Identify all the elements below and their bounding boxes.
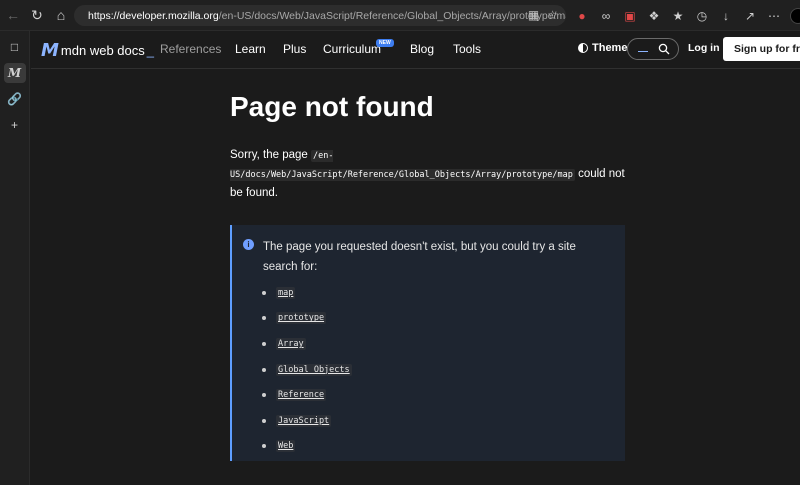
suggestion-link[interactable]: Global_Objects — [276, 363, 352, 376]
logo-underscore: _ — [146, 43, 154, 58]
nav-plus[interactable]: Plus — [283, 42, 306, 56]
browser-toolbar: ← ↻ ⌂ https://developer.mozilla.org/en-U… — [0, 0, 800, 31]
theme-icon — [578, 43, 588, 53]
bullet-icon — [262, 367, 266, 372]
favorites-icon[interactable]: ★ — [670, 8, 686, 24]
back-icon[interactable]: ← — [2, 4, 24, 26]
login-link[interactable]: Log in — [688, 42, 720, 54]
message-prefix: Sorry, the page — [230, 149, 308, 161]
theme-button[interactable]: Theme — [578, 42, 627, 54]
suggestion-link[interactable]: Web — [276, 440, 296, 453]
suggestion-link[interactable]: map — [276, 286, 296, 299]
suggestion-link[interactable]: prototype — [276, 312, 327, 325]
bullet-icon — [262, 341, 266, 346]
profile-avatar[interactable] — [790, 7, 800, 24]
info-icon: i — [243, 239, 254, 250]
search-suggestions-callout: i The page you requested doesn't exist, … — [230, 225, 625, 461]
page-viewport: M mdn web docs _ References Learn Plus C… — [31, 31, 800, 485]
main-content: Page not found Sorry, the page /en-US/do… — [230, 91, 630, 202]
suggestion-item: JavaScript — [262, 408, 352, 434]
suggestion-item: Global_Objects — [262, 357, 352, 383]
extensions-puzzle-icon[interactable]: ❖ — [646, 8, 662, 24]
share-icon[interactable]: ↗ — [742, 8, 758, 24]
bullet-icon — [262, 290, 266, 295]
mdn-logo[interactable]: M mdn web docs _ — [41, 40, 154, 61]
extension-glasses-icon[interactable]: ∞ — [598, 8, 614, 24]
nav-references[interactable]: References — [160, 42, 221, 56]
nav-blog[interactable]: Blog — [410, 42, 434, 56]
mdn-header: M mdn web docs _ References Learn Plus C… — [31, 31, 800, 69]
history-icon[interactable]: ◷ — [694, 8, 710, 24]
nav-tools[interactable]: Tools — [453, 42, 481, 56]
search-button[interactable] — [627, 38, 679, 60]
bullet-icon — [262, 444, 266, 449]
suggestion-item: Array — [262, 331, 352, 357]
mdn-logo-icon: M — [41, 40, 59, 61]
bullet-icon — [262, 418, 266, 423]
tab-link-icon[interactable]: 🔗 — [4, 89, 26, 109]
nav-learn[interactable]: Learn — [235, 42, 266, 56]
extension-red-icon[interactable]: ● — [574, 8, 590, 24]
suggestion-list: map prototype Array Global_Objects Reference… — [262, 280, 352, 459]
suggestion-item: prototype — [262, 306, 352, 332]
extension-square-icon[interactable]: ▣ — [622, 8, 638, 24]
page-title: Page not found — [230, 91, 434, 122]
bullet-icon — [262, 316, 266, 321]
url-host: https://developer.mozilla.org — [88, 9, 219, 22]
grid-icon[interactable]: ▦ — [528, 8, 539, 22]
theme-label: Theme — [592, 42, 628, 54]
refresh-icon[interactable]: ↻ — [26, 4, 48, 26]
url-path: /en-US/docs/Web/JavaScript/Reference/Glo… — [218, 9, 566, 22]
vertical-tab-strip: □ M 🔗 + — [0, 31, 30, 485]
logo-text: mdn web docs — [60, 43, 145, 58]
not-found-message: Sorry, the page /en-US/docs/Web/JavaScri… — [230, 146, 625, 202]
favorite-star-icon[interactable]: ☆ — [547, 8, 558, 22]
signup-button[interactable]: Sign up for free — [723, 37, 800, 61]
nav-curriculum[interactable]: Curriculum — [323, 42, 381, 56]
downloads-icon[interactable]: ↓ — [718, 8, 734, 24]
address-bar[interactable]: https://developer.mozilla.org/en-US/docs… — [74, 5, 566, 26]
suggestion-link[interactable]: JavaScript — [276, 414, 332, 427]
tab-mdn-icon[interactable]: M — [3, 63, 26, 83]
suggestion-link[interactable]: Array — [276, 337, 306, 350]
new-badge: NEW — [376, 39, 394, 47]
tab-actions-icon[interactable]: □ — [4, 37, 26, 57]
search-icon — [658, 43, 670, 55]
suggestion-link[interactable]: Reference — [276, 389, 327, 402]
home-icon[interactable]: ⌂ — [50, 4, 72, 26]
settings-more-icon[interactable]: ⋯ — [766, 8, 782, 24]
bullet-icon — [262, 393, 266, 398]
suggestion-item: map — [262, 280, 352, 306]
search-shortcut-hint — [638, 46, 648, 52]
callout-text: The page you requested doesn't exist, bu… — [263, 241, 576, 273]
suggestion-item: Web — [262, 434, 352, 460]
suggestion-item: Reference — [262, 382, 352, 408]
new-tab-icon[interactable]: + — [4, 115, 26, 135]
